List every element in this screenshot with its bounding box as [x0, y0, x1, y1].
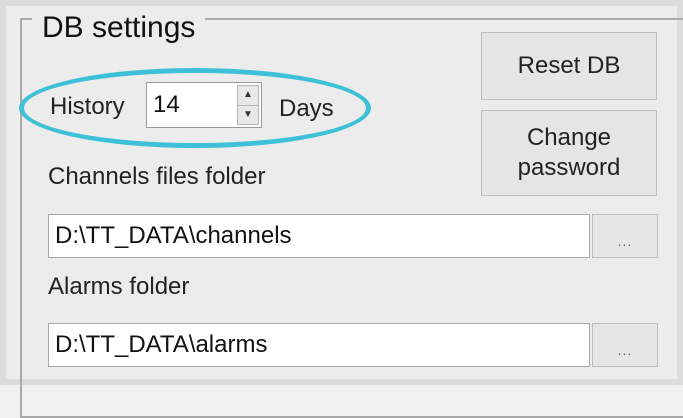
reset-db-label: Reset DB — [517, 52, 621, 79]
reset-db-button[interactable]: Reset DB — [481, 32, 657, 100]
alarms-browse-button[interactable]: ... — [592, 323, 658, 367]
history-days-value[interactable]: 14 — [153, 90, 180, 120]
history-days-unit: Days — [279, 95, 334, 122]
spin-up-arrow-icon[interactable]: ▲ — [237, 85, 259, 106]
change-password-label-line2: password — [517, 154, 621, 181]
window-frame: DB settings History 14 ▲ ▼ Days Reset DB… — [0, 0, 683, 418]
history-label: History — [50, 93, 125, 120]
channels-browse-button[interactable]: ... — [592, 214, 658, 258]
alarms-folder-label: Alarms folder — [48, 273, 190, 300]
db-settings-title: DB settings — [32, 8, 206, 48]
history-days-spinbox[interactable]: 14 ▲ ▼ — [146, 82, 262, 128]
channels-folder-label: Channels files folder — [48, 163, 266, 190]
spin-down-arrow-icon[interactable]: ▼ — [237, 105, 259, 125]
change-password-button[interactable]: Change password — [481, 110, 657, 196]
channels-folder-input[interactable]: D:\TT_DATA\channels — [48, 214, 590, 258]
spin-buttons: ▲ ▼ — [237, 85, 259, 125]
alarms-folder-input[interactable]: D:\TT_DATA\alarms — [48, 323, 590, 367]
change-password-label-line1: Change — [526, 124, 612, 151]
